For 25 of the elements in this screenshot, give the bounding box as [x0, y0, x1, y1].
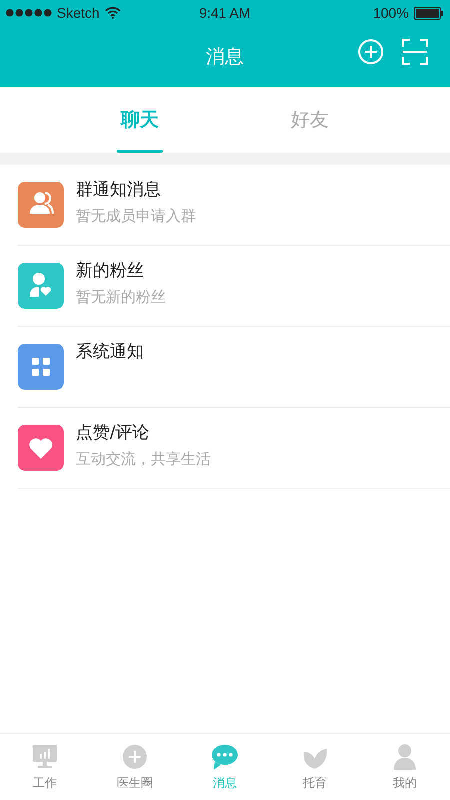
tab-bar-item[interactable]: 工作 — [0, 734, 90, 800]
tab-bar-item[interactable]: 我的 — [360, 734, 450, 800]
tab[interactable]: 好友 — [285, 87, 335, 153]
message-title[interactable]: 新的粉丝 — [76, 259, 166, 282]
screen-title: 消息 — [206, 44, 244, 70]
carrier-name: Sketch — [57, 5, 100, 21]
message-title[interactable]: 系统通知 — [76, 340, 144, 363]
tab-bar-item[interactable]: 托育 — [270, 734, 360, 800]
message-subtitle: 暂无成员申请入群 — [76, 207, 196, 226]
signal-icon — [6, 9, 52, 17]
add-icon[interactable] — [358, 39, 384, 65]
tab-underline — [117, 150, 163, 153]
tab-bar-item[interactable]: 医生圈 — [90, 734, 180, 800]
scan-icon[interactable] — [402, 39, 428, 65]
message-subtitle: 暂无新的粉丝 — [76, 288, 166, 307]
wifi-icon — [104, 7, 121, 19]
tab[interactable]: 聊天 — [115, 87, 165, 153]
message-title[interactable]: 点赞/评论 — [76, 421, 211, 444]
message-title[interactable]: 群通知消息 — [76, 178, 196, 201]
status-time: 9:41 AM — [199, 5, 251, 21]
battery-icon — [414, 6, 444, 20]
message-subtitle: 互动交流，共享生活 — [76, 450, 211, 469]
battery-percent: 100% — [373, 5, 409, 21]
tab-bar-item[interactable]: 消息 — [180, 734, 270, 800]
chat-icon — [210, 742, 240, 772]
